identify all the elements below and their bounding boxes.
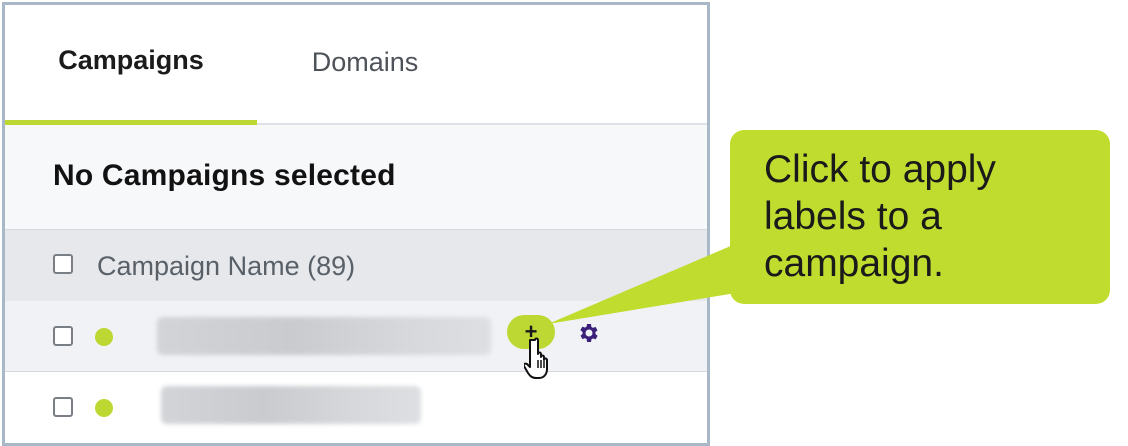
annotated-screenshot: Campaigns Domains No Campaigns selected … — [0, 0, 1128, 446]
table-row[interactable] — [5, 372, 707, 442]
row-checkbox[interactable] — [53, 397, 73, 417]
tab-domains-label: Domains — [311, 46, 419, 77]
tab-bar: Campaigns Domains — [5, 5, 707, 125]
status-dot — [95, 328, 113, 346]
pointer-hand-icon — [524, 337, 548, 379]
status-dot — [95, 399, 113, 417]
select-all-checkbox[interactable] — [53, 254, 73, 274]
tab-domains[interactable]: Domains — [257, 5, 473, 123]
tab-campaigns[interactable]: Campaigns — [5, 5, 257, 125]
tab-campaigns-label: Campaigns — [58, 44, 204, 75]
selection-status-title: No Campaigns selected — [53, 159, 396, 192]
campaigns-panel: Campaigns Domains No Campaigns selected … — [2, 2, 710, 446]
campaign-name-column-label[interactable]: Campaign Name (89) — [97, 251, 355, 282]
campaign-name-redacted[interactable] — [157, 317, 491, 355]
callout-text: Click to apply labels to a campaign. — [764, 148, 996, 285]
table-row[interactable]: + — [5, 301, 707, 372]
row-checkbox[interactable] — [53, 326, 73, 346]
campaign-name-redacted[interactable] — [161, 386, 421, 424]
gear-icon[interactable] — [577, 321, 601, 345]
table-column-header: Campaign Name (89) — [5, 229, 707, 302]
